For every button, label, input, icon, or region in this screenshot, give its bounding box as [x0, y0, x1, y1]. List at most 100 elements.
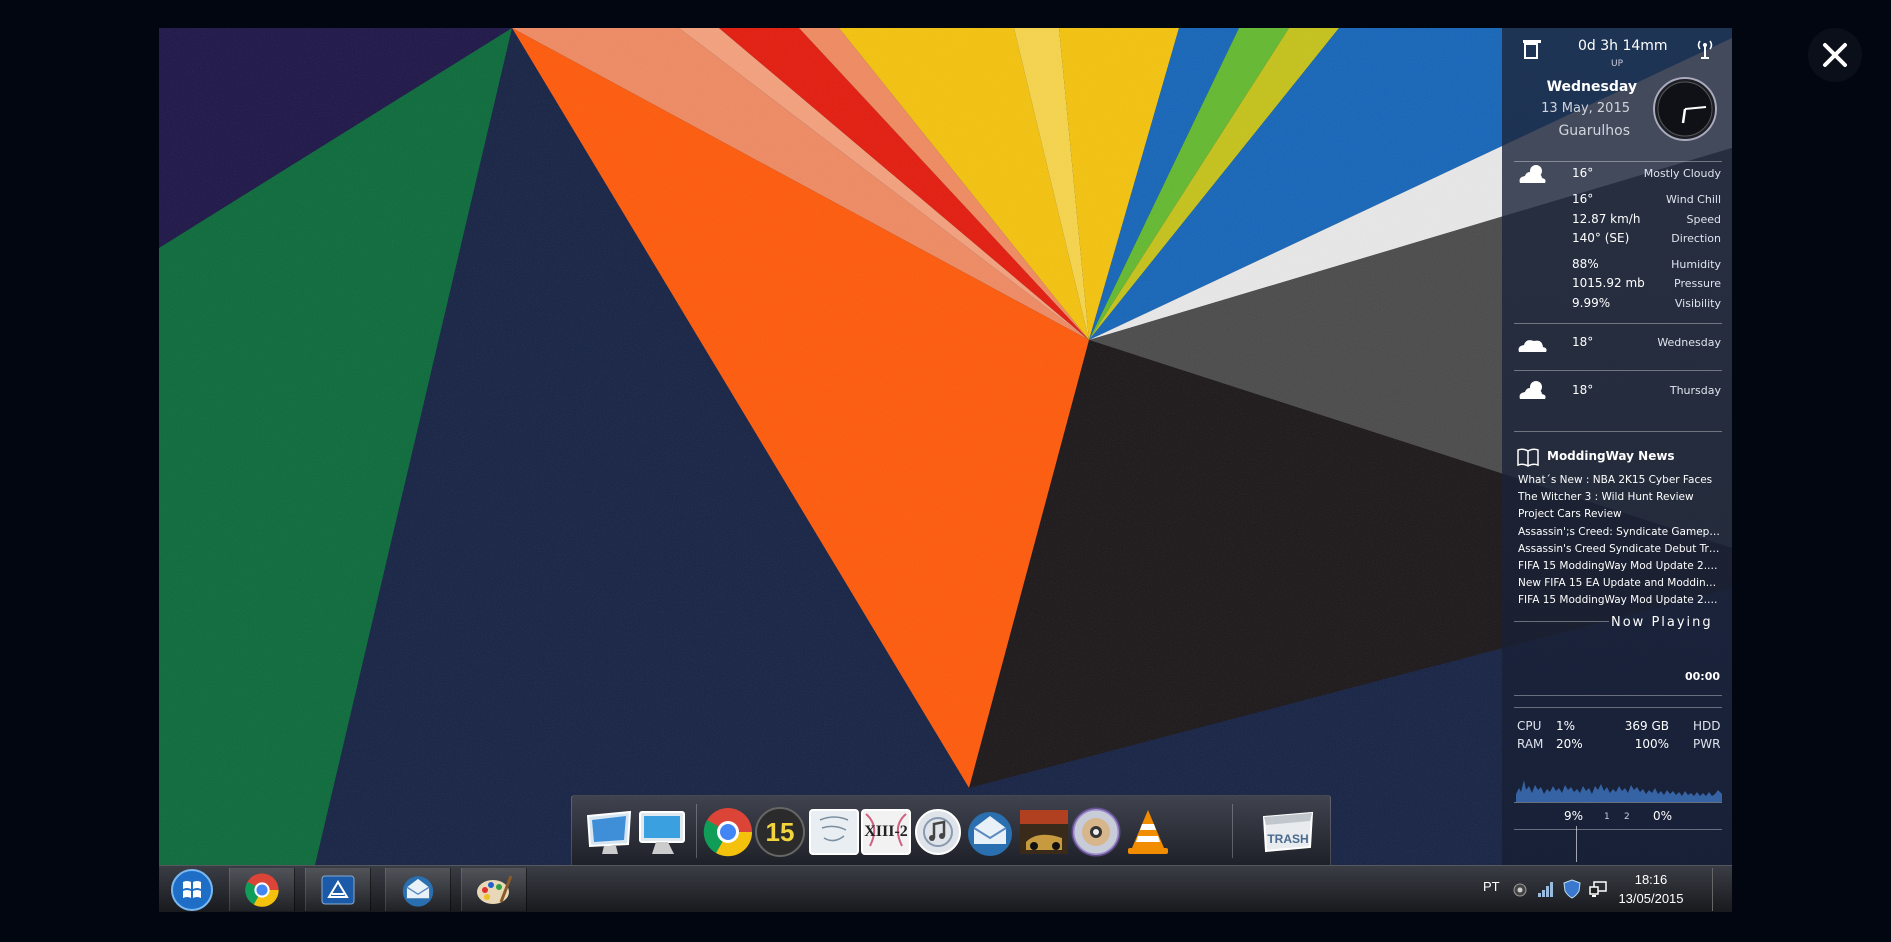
chrome-icon[interactable] — [702, 804, 754, 860]
visibility-label: Visibility — [1674, 297, 1721, 310]
itunes-icon[interactable] — [912, 804, 964, 860]
vlc-icon[interactable] — [1122, 804, 1174, 860]
dock-separator — [1232, 804, 1233, 858]
divider — [1514, 323, 1722, 324]
xiii-2-label: XIII-2 — [864, 823, 908, 840]
taskbar-chrome-button[interactable] — [229, 868, 295, 911]
trash-icon[interactable]: TRASH — [1256, 804, 1320, 860]
close-icon — [1823, 43, 1847, 67]
taskbar: PT 18:16 13/05/2015 — [159, 865, 1732, 912]
divider — [1514, 370, 1722, 371]
partly-cloudy-icon — [1519, 165, 1546, 183]
city: Guarulhos — [1558, 123, 1630, 139]
thunderbird-icon — [402, 875, 434, 907]
news-item[interactable]: Project Cars Review — [1518, 508, 1720, 520]
book-icon — [1517, 448, 1539, 467]
show-desktop-divider — [1712, 868, 1713, 911]
rainmeter-sidebar: 0d 3h 14mm UP Wednesday 13 May, 2015 Gua… — [1502, 28, 1732, 865]
news-item[interactable]: Assassin';s Creed: Syndicate Gameplay... — [1518, 526, 1720, 538]
shield-icon[interactable] — [1563, 879, 1581, 899]
mail-icon[interactable] — [964, 804, 1016, 860]
dock-separator — [696, 804, 697, 858]
forecast-temp-2: 18° — [1572, 383, 1594, 397]
humidity-label: Humidity — [1671, 258, 1721, 271]
clock-date[interactable]: 13/05/2015 — [1618, 891, 1684, 906]
wind-speed-label: Speed — [1686, 213, 1721, 226]
monitor-icon[interactable] — [584, 804, 636, 860]
visibility-value: 9.99% — [1572, 296, 1611, 310]
signal-icon[interactable] — [1537, 880, 1555, 898]
start-button[interactable] — [163, 868, 221, 911]
uptime: 0d 3h 14mm — [1578, 38, 1668, 54]
wallpaper — [159, 28, 1732, 912]
desktop-screen: 0d 3h 14mm UP Wednesday 13 May, 2015 Gua… — [159, 28, 1732, 912]
news-item[interactable]: What´s New : NBA 2K15 Cyber Faces — [1518, 474, 1720, 486]
wind-direction-label: Direction — [1671, 232, 1721, 245]
news-item[interactable]: New FIFA 15 EA Update and ModdingW... — [1518, 577, 1720, 589]
news-item[interactable]: Assassin's Creed Syndicate Debut Trailer — [1518, 543, 1720, 555]
taskbar-mail-button[interactable] — [385, 868, 451, 911]
recycle-bin-icon[interactable] — [1521, 38, 1543, 60]
weekday: Wednesday — [1546, 79, 1637, 95]
divider — [1514, 621, 1609, 622]
final-fantasy-icon[interactable] — [808, 804, 860, 860]
antenna-icon — [1697, 40, 1713, 59]
uptime-label: UP — [1611, 59, 1624, 69]
analog-clock — [1653, 77, 1717, 141]
ram-value: 20% — [1556, 737, 1583, 751]
paint-icon — [477, 874, 513, 904]
partly-cloudy-icon — [1519, 381, 1546, 399]
ram-label: RAM — [1517, 737, 1544, 751]
wind-chill-label: Wind Chill — [1666, 193, 1721, 206]
cpu-label: CPU — [1517, 719, 1542, 733]
hdd-label: HDD — [1693, 719, 1721, 733]
show-desktop-button[interactable] — [1715, 866, 1732, 912]
divider — [1514, 829, 1722, 830]
xiii-2-icon[interactable]: XIII-2 — [860, 804, 912, 860]
taskbar-app-button[interactable] — [305, 868, 371, 911]
desktop-icon[interactable] — [636, 804, 688, 860]
pwr-value: 100% — [1634, 737, 1669, 751]
record-icon[interactable] — [1513, 883, 1527, 897]
core1-value: 9% — [1564, 809, 1584, 823]
core2-value: 0% — [1653, 809, 1673, 823]
news-item[interactable]: The Witcher 3 : Wild Hunt Review — [1518, 491, 1720, 503]
pwr-label: PWR — [1693, 737, 1721, 751]
cpu-graph — [1516, 780, 1722, 802]
current-condition: Mostly Cloudy — [1643, 167, 1721, 180]
dirt-icon[interactable] — [1018, 804, 1070, 860]
divider — [1514, 431, 1722, 432]
divider — [1514, 695, 1722, 696]
track-time: 00:00 — [1684, 670, 1720, 683]
dvd-icon[interactable] — [1070, 804, 1122, 860]
news-item[interactable]: FIFA 15 ModdingWay Mod Update 2.0.2... — [1518, 560, 1720, 572]
core-divider — [1576, 826, 1577, 862]
forecast-day-2: Thursday — [1669, 384, 1721, 397]
language-indicator[interactable]: PT — [1483, 879, 1500, 894]
news-item[interactable]: FIFA 15 ModdingWay Mod Update 2.0.0... — [1518, 594, 1720, 606]
cloudy-icon — [1518, 340, 1547, 352]
current-temp: 16° — [1572, 166, 1594, 180]
hdd-value: 369 GB — [1624, 719, 1669, 733]
clock-time[interactable]: 18:16 — [1618, 872, 1684, 887]
wind-chill-value: 16° — [1572, 192, 1594, 206]
fifa-15-icon[interactable]: 15 — [754, 804, 806, 860]
app-store-icon — [321, 875, 355, 904]
divider — [1514, 802, 1722, 803]
core1-label: 1 — [1604, 812, 1610, 822]
forecast-temp-1: 18° — [1572, 335, 1594, 349]
news-title[interactable]: ModdingWay News — [1547, 449, 1675, 463]
close-button[interactable] — [1808, 28, 1862, 82]
humidity-value: 88% — [1572, 257, 1599, 271]
taskbar-paint-button[interactable] — [461, 868, 527, 911]
core2-label: 2 — [1624, 812, 1630, 822]
forecast-day-1: Wednesday — [1657, 336, 1721, 349]
fifa-15-label: 15 — [765, 816, 795, 847]
date: 13 May, 2015 — [1541, 101, 1630, 116]
network-icon[interactable] — [1589, 880, 1607, 898]
chrome-icon — [245, 872, 279, 907]
cpu-value: 1% — [1556, 719, 1576, 733]
now-playing-label: Now Playing — [1611, 615, 1713, 630]
dock: 15 XIII-2 TRASH — [571, 795, 1331, 867]
trash-label: TRASH — [1267, 832, 1309, 846]
